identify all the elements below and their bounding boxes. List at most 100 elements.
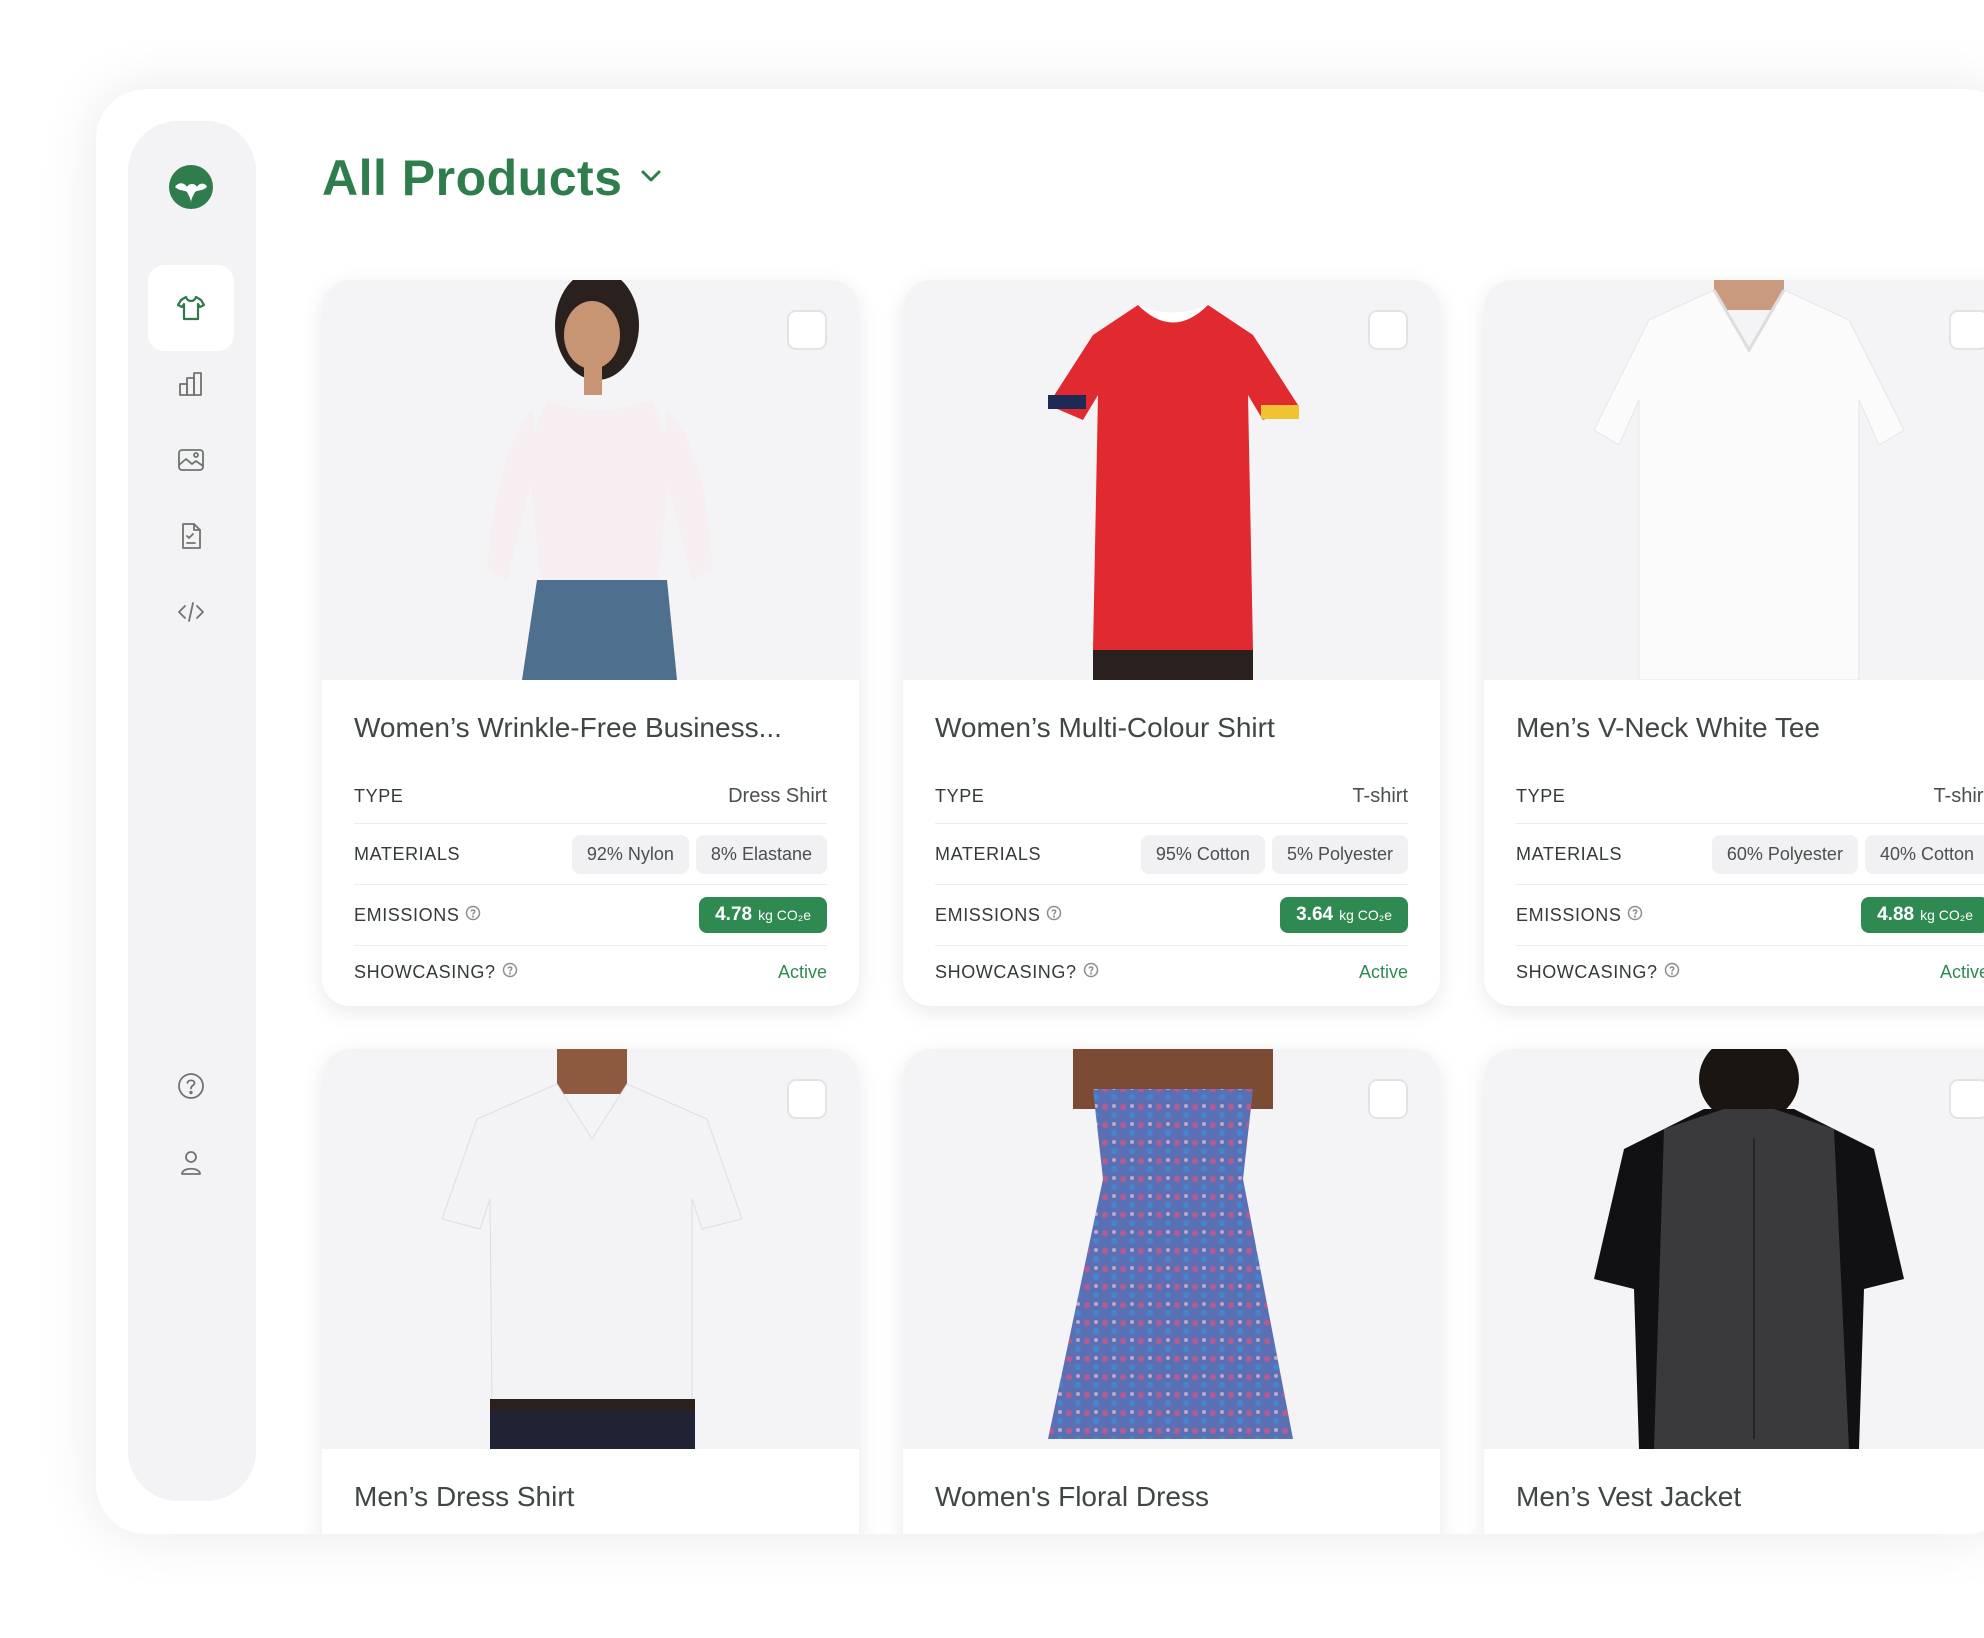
product-card[interactable]: Women’s Multi-Colour Shirt TYPE T-shirt … — [903, 280, 1440, 1006]
help-icon[interactable] — [1046, 905, 1062, 926]
tshirt-icon — [176, 295, 206, 321]
product-name: Women’s Multi-Colour Shirt — [935, 712, 1275, 743]
material-chip: 60% Polyester — [1711, 834, 1858, 874]
materials-label: MATERIALS — [935, 843, 1042, 864]
select-checkbox[interactable] — [787, 310, 827, 350]
product-image — [903, 1049, 1440, 1449]
material-chip: 95% Cotton — [1140, 834, 1265, 874]
image-icon — [178, 449, 204, 471]
sidebar — [128, 121, 256, 1501]
product-name: Men’s Vest Jacket — [1516, 1481, 1742, 1512]
bar-chart-icon — [179, 372, 202, 396]
showcasing-status[interactable]: Active — [1940, 962, 1984, 983]
product-card[interactable]: Women’s Wrinkle-Free Business... TYPE Dr… — [322, 280, 859, 1006]
type-label: TYPE — [354, 786, 404, 806]
product-card[interactable]: Men’s Dress Shirt — [322, 1049, 859, 1534]
showcasing-status[interactable]: Active — [778, 962, 827, 983]
emissions-label: EMISSIONS — [935, 904, 1041, 925]
showcasing-status[interactable]: Active — [1359, 962, 1408, 983]
select-checkbox[interactable] — [1949, 1079, 1984, 1119]
emissions-value: 4.88 — [1877, 904, 1915, 925]
sidebar-item-analytics[interactable] — [148, 341, 234, 427]
sidebar-item-products[interactable] — [148, 265, 234, 351]
page-title-dropdown[interactable]: All Products — [322, 149, 666, 207]
materials-row: MATERIALS 92% Nylon 8% Elastane — [354, 824, 827, 885]
document-icon — [182, 523, 201, 549]
product-name: Men’s V-Neck White Tee — [1516, 712, 1820, 743]
type-value: T-shirt — [1352, 785, 1408, 807]
product-photo — [487, 280, 712, 680]
emissions-label: EMISSIONS — [1516, 904, 1622, 925]
code-icon — [178, 602, 204, 622]
select-checkbox[interactable] — [787, 1079, 827, 1119]
product-name: Women's Floral Dress — [935, 1481, 1209, 1512]
product-card[interactable]: Men’s Vest Jacket — [1484, 1049, 1984, 1534]
emissions-unit: kg CO₂e — [1920, 907, 1973, 923]
type-value: Dress Shirt — [728, 785, 827, 807]
page-title: All Products — [322, 150, 623, 206]
materials-label: MATERIALS — [1516, 843, 1623, 864]
select-checkbox[interactable] — [1368, 1079, 1408, 1119]
emissions-row: EMISSIONS 4.88 kg CO₂e — [1516, 885, 1984, 946]
product-name: Women’s Wrinkle-Free Business... — [354, 712, 782, 743]
help-icon[interactable] — [465, 905, 481, 926]
chevron-down-icon — [636, 161, 666, 196]
showcasing-label: SHOWCASING? — [935, 961, 1077, 982]
select-checkbox[interactable] — [1949, 310, 1984, 350]
type-row: TYPE Dress Shirt — [354, 770, 827, 824]
product-name: Men’s Dress Shirt — [354, 1481, 575, 1512]
help-button[interactable] — [148, 1043, 234, 1129]
product-image — [1484, 280, 1984, 680]
product-image — [322, 280, 859, 680]
materials-label: MATERIALS — [354, 843, 461, 864]
help-icon[interactable] — [1083, 962, 1099, 983]
type-label: TYPE — [1516, 786, 1566, 806]
help-icon[interactable] — [1627, 905, 1643, 926]
emissions-value: 4.78 — [715, 904, 753, 925]
material-chip: 40% Cotton — [1864, 834, 1984, 874]
sidebar-item-developer[interactable] — [148, 569, 234, 655]
emissions-label: EMISSIONS — [354, 904, 460, 925]
select-checkbox[interactable] — [1368, 310, 1408, 350]
materials-row: MATERIALS 60% Polyester 40% Cotton — [1516, 824, 1984, 885]
type-row: TYPE T-shirt — [1516, 770, 1984, 824]
type-value: T-shirt — [1933, 785, 1984, 807]
material-chip: 5% Polyester — [1271, 834, 1408, 874]
product-photo — [441, 1049, 743, 1449]
showcasing-label: SHOWCASING? — [354, 961, 496, 982]
material-chip: 92% Nylon — [571, 834, 689, 874]
help-icon — [178, 1073, 204, 1099]
sidebar-item-reports[interactable] — [148, 493, 234, 579]
material-chip: 8% Elastane — [695, 834, 827, 874]
product-photo — [1594, 1049, 1904, 1449]
help-icon[interactable] — [502, 962, 518, 983]
help-icon[interactable] — [1664, 962, 1680, 983]
product-image — [1484, 1049, 1984, 1449]
app-window: All Products Women’s Wrinkle-Free Busine… — [96, 89, 1984, 1534]
type-label: TYPE — [935, 786, 985, 806]
product-card[interactable]: Men’s V-Neck White Tee TYPE T-shirt MATE… — [1484, 280, 1984, 1006]
product-photo — [1593, 280, 1905, 680]
emissions-badge: 4.88 kg CO₂e — [1861, 897, 1984, 933]
showcasing-row: SHOWCASING? Active — [935, 946, 1408, 998]
account-button[interactable] — [148, 1119, 234, 1205]
materials-row: MATERIALS 95% Cotton 5% Polyester — [935, 824, 1408, 885]
emissions-value: 3.64 — [1296, 904, 1334, 925]
emissions-badge: 3.64 kg CO₂e — [1280, 897, 1408, 933]
user-icon — [181, 1151, 201, 1175]
emissions-unit: kg CO₂e — [758, 907, 811, 923]
showcasing-label: SHOWCASING? — [1516, 961, 1658, 982]
sidebar-item-media[interactable] — [148, 417, 234, 503]
product-card[interactable]: Women's Floral Dress — [903, 1049, 1440, 1534]
product-image — [903, 280, 1440, 680]
product-photo — [1048, 1049, 1293, 1439]
emissions-unit: kg CO₂e — [1339, 907, 1392, 923]
showcasing-row: SHOWCASING? Active — [1516, 946, 1984, 998]
product-photo — [1048, 305, 1299, 680]
emissions-row: EMISSIONS 3.64 kg CO₂e — [935, 885, 1408, 946]
type-row: TYPE T-shirt — [935, 770, 1408, 824]
logo-icon — [169, 165, 213, 209]
product-image — [322, 1049, 859, 1449]
emissions-badge: 4.78 kg CO₂e — [699, 897, 827, 933]
showcasing-row: SHOWCASING? Active — [354, 946, 827, 998]
